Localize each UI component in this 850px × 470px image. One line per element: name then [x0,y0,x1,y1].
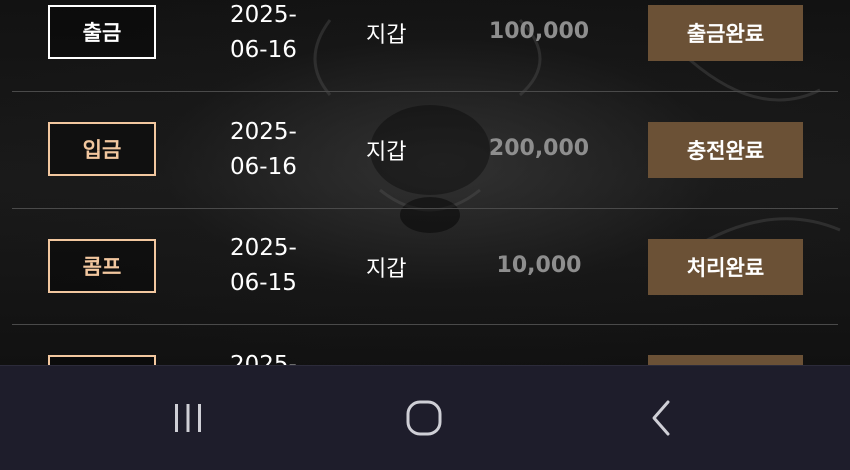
status-button[interactable]: 처리완료 [648,239,803,295]
type-badge: 입금 [48,122,156,176]
status-button[interactable]: 출금완료 [648,5,803,61]
recent-apps-button[interactable] [148,388,228,448]
transaction-row: 콤프 2025- 06-15 지갑 10,000 처리완료 [12,209,838,325]
wallet-label: 지갑 [366,140,407,165]
wallet-label: 지갑 [366,257,407,282]
type-badge: 콤프 [48,239,156,293]
home-button[interactable] [384,388,464,448]
transaction-list: 출금 2025- 06-16 지갑 100,000 출금완료 입금 2025- … [0,0,850,365]
transaction-row: 2025- [12,326,838,365]
status-button[interactable] [648,355,803,365]
back-icon [652,400,670,436]
recent-apps-icon [175,404,201,432]
system-navigation-bar [0,365,850,470]
transaction-date: 2025- 06-15 [230,235,297,296]
transaction-date: 2025- [230,352,297,365]
status-button[interactable]: 충전완료 [648,122,803,178]
transaction-date: 2025- 06-16 [230,119,297,180]
amount-value: 10,000 [496,253,582,278]
type-badge [48,355,156,365]
type-badge: 출금 [48,5,156,59]
home-icon [406,400,442,436]
wallet-label: 지갑 [366,23,407,48]
amount-value: 100,000 [488,19,590,44]
back-button[interactable] [622,388,702,448]
transaction-row: 입금 2025- 06-16 지갑 200,000 충전완료 [12,93,838,209]
transaction-date: 2025- 06-16 [230,2,297,63]
amount-value: 200,000 [488,136,590,161]
transaction-row: 출금 2025- 06-16 지갑 100,000 출금완료 [12,0,838,92]
row-divider [12,91,838,92]
row-divider [12,324,838,325]
